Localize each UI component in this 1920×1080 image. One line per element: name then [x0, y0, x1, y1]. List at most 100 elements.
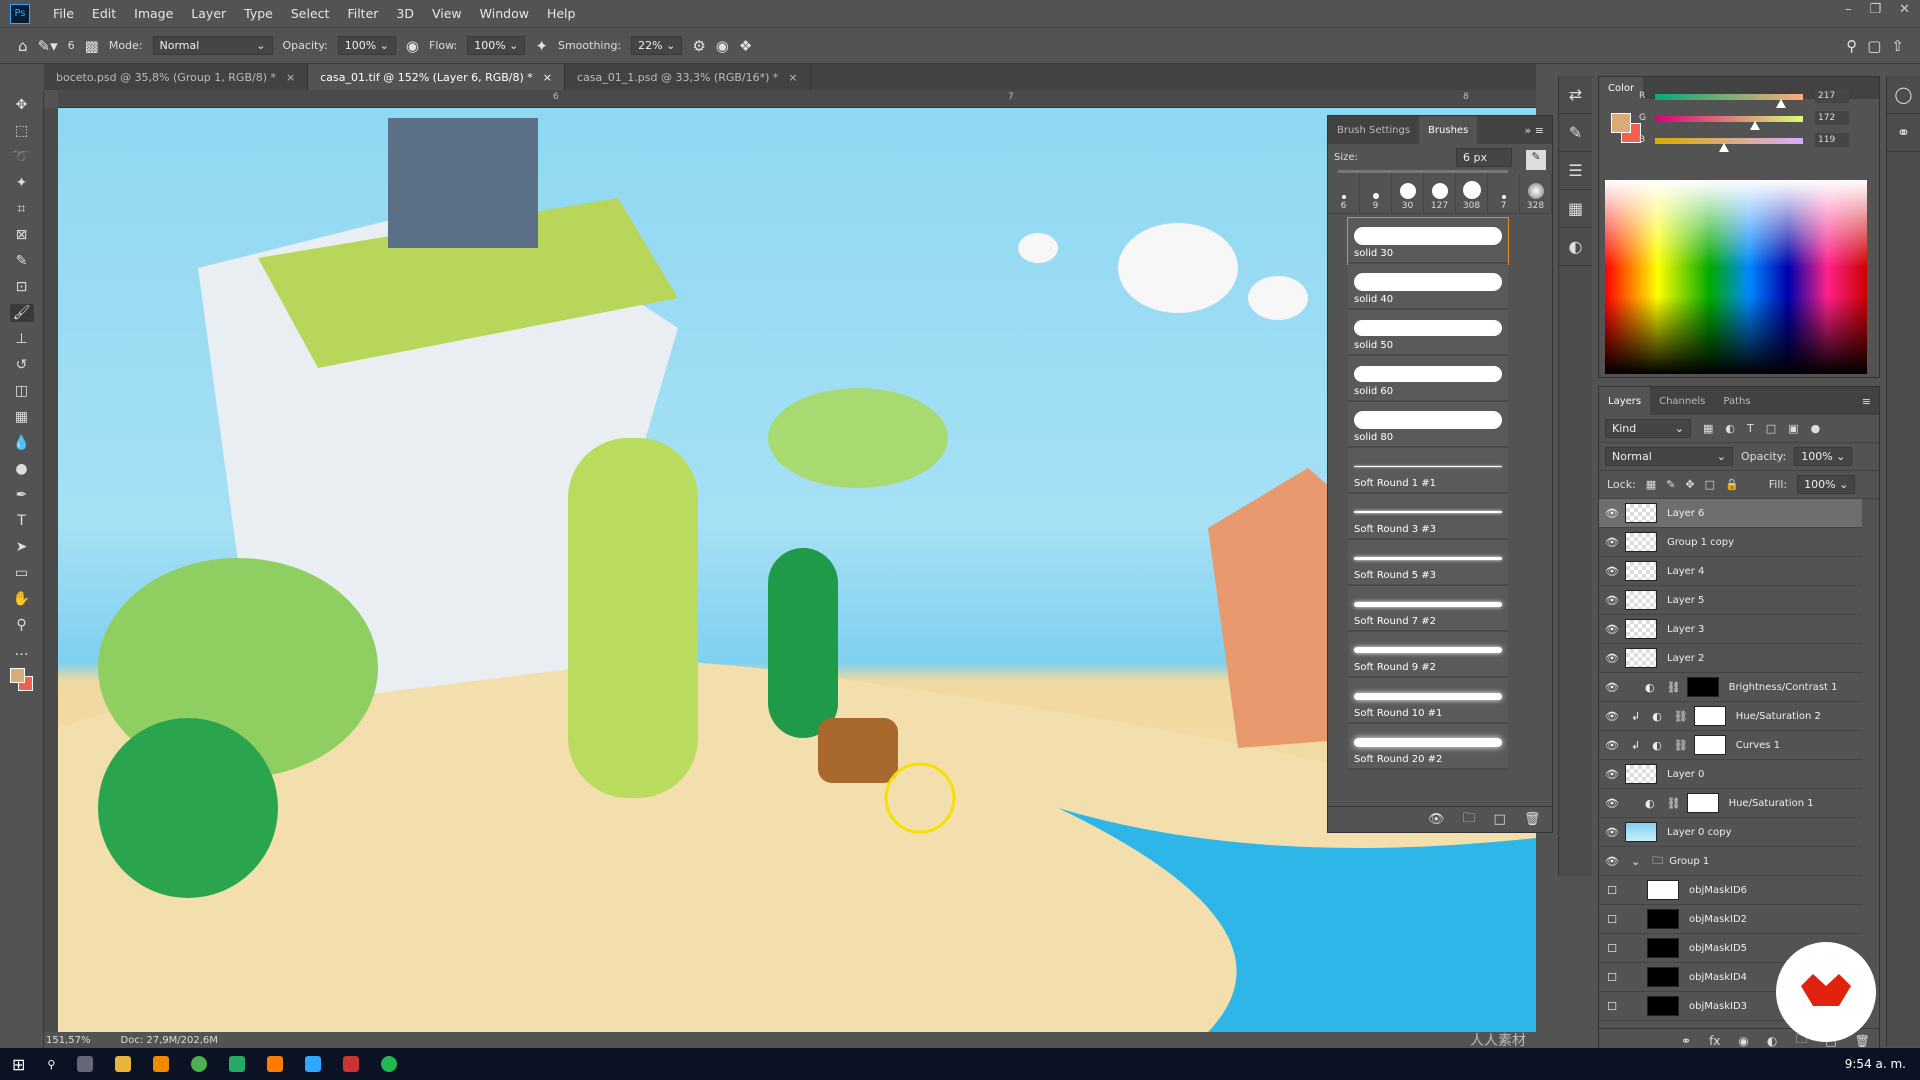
menu-file[interactable]: File [44, 6, 83, 21]
layer-row[interactable]: 👁 ◐ ⛓ Hue/Saturation 1 [1599, 789, 1862, 818]
layer-row[interactable]: 👁 Group 1 copy [1599, 528, 1862, 557]
menu-window[interactable]: Window [471, 6, 538, 21]
brush-preset[interactable]: 127 [1424, 174, 1456, 213]
lasso-tool-icon[interactable]: ➰ [10, 148, 34, 166]
brush-item[interactable]: solid 50 [1348, 310, 1508, 356]
channel-slider[interactable] [1655, 116, 1803, 122]
rectangle-tool-icon[interactable]: ▭ [10, 564, 34, 582]
eye-icon[interactable]: 👁 [1599, 797, 1625, 810]
chevron-down-icon[interactable]: ⌄ [1631, 855, 1640, 868]
new-group-icon[interactable]: 🗀 [1463, 809, 1476, 831]
vlc-icon[interactable] [153, 1056, 170, 1072]
brush-tool-icon[interactable]: ✎▾ [38, 37, 58, 55]
share-icon[interactable]: ⇧ [1891, 37, 1904, 55]
search-icon[interactable]: ⚲ [47, 1058, 55, 1071]
patch-tool-icon[interactable]: ⊡ [10, 278, 34, 296]
filter-type-icon[interactable]: T [1747, 422, 1754, 435]
brush-settings-toggle-icon[interactable]: ▩ [85, 37, 99, 55]
layer-thumbnail[interactable] [1625, 648, 1657, 668]
visibility-toggle[interactable]: ☐ [1599, 884, 1625, 897]
menu-3d[interactable]: 3D [387, 6, 423, 21]
spotify-icon[interactable] [381, 1056, 398, 1072]
eye-icon[interactable]: 👁 [1599, 623, 1625, 636]
3d-icon[interactable]: ▦ [1559, 190, 1592, 228]
app-icon[interactable] [343, 1056, 360, 1072]
document-tab[interactable]: boceto.psd @ 35,8% (Group 1, RGB/8) * × [44, 64, 309, 90]
slider-thumb[interactable] [1775, 99, 1786, 108]
brush-item[interactable]: Soft Round 20 #2 [1348, 724, 1508, 770]
canvas[interactable] [58, 108, 1536, 1032]
opacity-input[interactable]: 100% ⌄ [337, 36, 396, 55]
create-brush-icon[interactable]: ✎ [1526, 150, 1546, 170]
gradient-tool-icon[interactable]: ▦ [10, 408, 34, 426]
layer-row[interactable]: 👁 ↲ ◐ ⛓ Hue/Saturation 2 [1599, 702, 1862, 731]
tab-paths[interactable]: Paths [1714, 387, 1759, 415]
channel-value-input[interactable]: 119 [1815, 133, 1849, 147]
chrome-icon[interactable] [191, 1056, 208, 1072]
crop-tool-icon[interactable]: ⌗ [10, 200, 34, 218]
brush-item[interactable]: solid 80 [1348, 402, 1508, 448]
layer-mask-thumbnail[interactable] [1686, 677, 1719, 697]
layer-row[interactable]: 👁 Layer 4 [1599, 557, 1862, 586]
eye-icon[interactable]: 👁 [1599, 652, 1625, 665]
pressure-opacity-icon[interactable]: ◉ [406, 37, 419, 55]
eye-icon[interactable]: 👁 [1599, 710, 1625, 723]
layer-thumbnail[interactable] [1647, 880, 1679, 900]
layer-thumbnail[interactable] [1647, 938, 1679, 958]
eye-icon[interactable]: 👁 [1599, 507, 1625, 520]
visibility-toggle[interactable]: ☐ [1599, 1000, 1625, 1013]
workspace-icon[interactable]: ▢ [1867, 37, 1881, 55]
symmetry-icon[interactable]: ❖ [739, 37, 752, 55]
flow-input[interactable]: 100% ⌄ [467, 36, 526, 55]
toggle-preview-icon[interactable]: 👁 [1428, 812, 1445, 827]
layer-mask-thumbnail[interactable] [1686, 793, 1719, 813]
panel-menu-icon[interactable]: » ≡ [1525, 124, 1552, 137]
delete-layer-icon[interactable]: 🗑 [1855, 1034, 1870, 1048]
foreground-swatch[interactable] [1611, 113, 1631, 133]
brush-item[interactable]: Soft Round 3 #3 [1348, 494, 1508, 540]
mode-dropdown[interactable]: Normal ⌄ [152, 36, 273, 55]
brush-preset[interactable]: 328 [1520, 174, 1552, 213]
menu-filter[interactable]: Filter [338, 6, 387, 21]
layer-row[interactable]: 👁 Layer 5 [1599, 586, 1862, 615]
layer-row[interactable]: ☐ objMaskID6 [1599, 876, 1862, 905]
tab-color[interactable]: Color [1599, 77, 1644, 99]
pen-tool-icon[interactable]: ✒ [10, 486, 34, 504]
menu-select[interactable]: Select [282, 6, 339, 21]
new-adjustment-icon[interactable]: ◐ [1767, 1034, 1777, 1048]
fx-icon[interactable]: fx [1709, 1034, 1720, 1048]
new-brush-icon[interactable]: □ [1494, 812, 1506, 827]
filter-adjustment-icon[interactable]: ◐ [1725, 422, 1735, 435]
lock-all-icon[interactable]: 🔒 [1725, 478, 1739, 491]
minimize-icon[interactable]: – [1845, 2, 1852, 17]
type-tool-icon[interactable]: T [10, 512, 34, 530]
adjustments-icon[interactable]: ◐ [1559, 228, 1592, 266]
hand-tool-icon[interactable]: ✋ [10, 590, 34, 608]
more-tool-icon[interactable]: … [10, 642, 34, 660]
close-icon[interactable]: × [543, 71, 552, 84]
layer-thumbnail[interactable] [1625, 532, 1657, 552]
layer-row[interactable]: 👁 Layer 6 [1599, 499, 1862, 528]
layer-mask-thumbnail[interactable] [1693, 706, 1726, 726]
layer-row[interactable]: 👁 Layer 3 [1599, 615, 1862, 644]
visibility-toggle[interactable]: ☐ [1599, 942, 1625, 955]
eye-icon[interactable]: 👁 [1599, 536, 1625, 549]
pressure-size-icon[interactable]: ◉ [716, 37, 729, 55]
document-tab[interactable]: casa_01.tif @ 152% (Layer 6, RGB/8) * × [308, 64, 566, 90]
brushes-icon[interactable]: ☰ [1559, 152, 1592, 190]
layer-row[interactable]: 👁 ⌄ 🗀 Group 1 [1599, 847, 1862, 876]
eye-icon[interactable]: 👁 [1599, 739, 1625, 752]
doc-size[interactable]: Doc: 27,9M/202,6M [121, 1035, 218, 1046]
tab-brushes[interactable]: Brushes [1419, 116, 1478, 144]
brush-preset[interactable]: 6 [1328, 174, 1360, 213]
app-icon[interactable] [229, 1056, 246, 1072]
history-brush-tool-icon[interactable]: ↺ [10, 356, 34, 374]
layer-thumbnail[interactable] [1647, 996, 1679, 1016]
filter-smart-icon[interactable]: ▣ [1788, 422, 1798, 435]
brush-item[interactable]: Soft Round 5 #3 [1348, 540, 1508, 586]
brush-preset[interactable]: 7 [1488, 174, 1520, 213]
lock-position-icon[interactable]: ✥ [1685, 478, 1694, 491]
filter-shape-icon[interactable]: □ [1766, 422, 1776, 435]
layer-thumbnail[interactable] [1625, 619, 1657, 639]
airbrush-icon[interactable]: ✦ [535, 37, 548, 55]
